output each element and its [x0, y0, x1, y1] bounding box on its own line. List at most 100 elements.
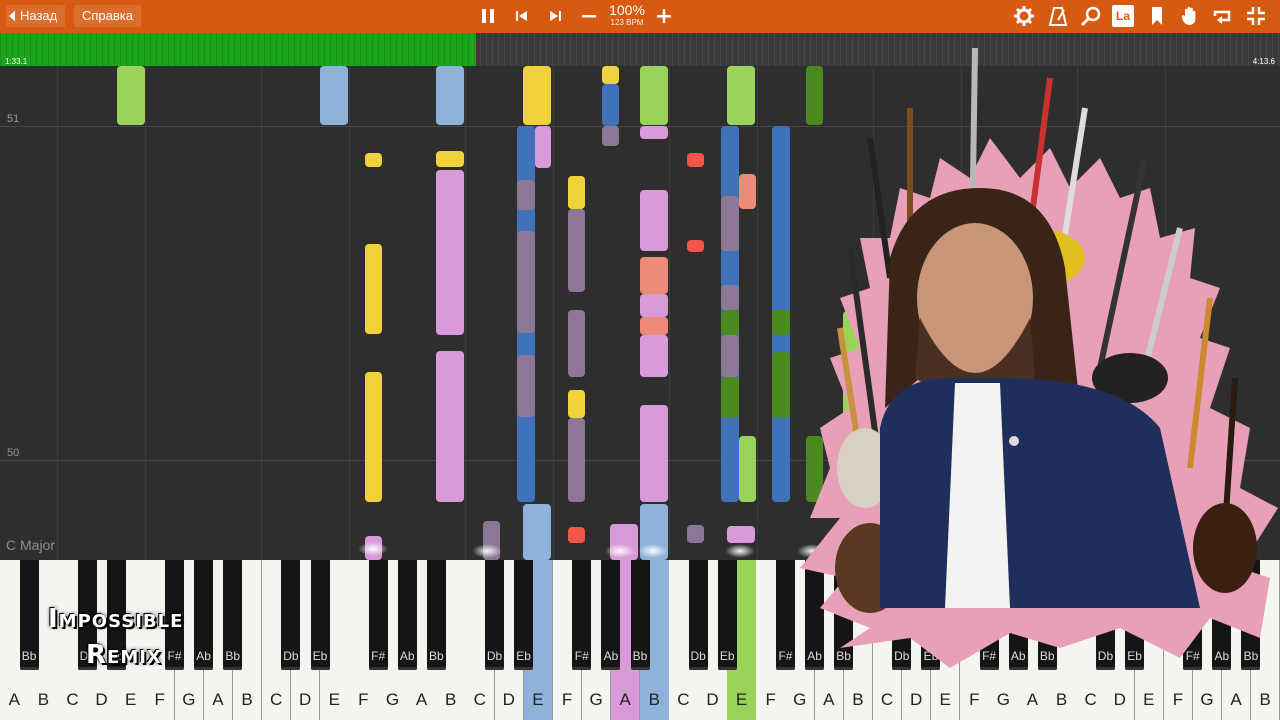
note-label-button[interactable]: La — [1112, 5, 1134, 27]
key-label: C — [269, 690, 283, 709]
key-label: C — [66, 690, 79, 709]
black-key[interactable]: Ab — [194, 560, 214, 670]
key-label: C — [1084, 690, 1097, 709]
key-label: A — [415, 690, 428, 709]
grid-line — [757, 66, 758, 560]
metronome-icon[interactable] — [1046, 4, 1070, 28]
key-label: G — [589, 690, 603, 709]
black-key[interactable]: Ab — [397, 560, 417, 670]
back-button[interactable]: Назад — [6, 5, 66, 27]
pin-badge — [1009, 436, 1019, 446]
key-label: Db — [283, 649, 299, 663]
key-label: B — [1259, 690, 1271, 709]
note — [727, 66, 755, 125]
loop-icon[interactable] — [1211, 4, 1235, 28]
key-label: D — [909, 690, 923, 709]
note — [687, 153, 704, 167]
key-label: G — [793, 690, 807, 709]
elapsed-time: 1:33.1 — [5, 57, 28, 66]
key-label: Bb — [429, 649, 444, 663]
key-label: G — [182, 690, 196, 709]
note — [320, 66, 348, 125]
note — [727, 526, 755, 543]
measure-number: 50 — [7, 447, 20, 459]
artist-photo-overlay — [800, 48, 1278, 668]
key-label: D — [95, 690, 108, 709]
key-label: B — [852, 690, 864, 709]
note — [640, 190, 668, 251]
key-label: F — [358, 690, 369, 709]
minus-icon[interactable] — [577, 4, 601, 28]
note — [517, 231, 535, 333]
bookmark-icon[interactable] — [1145, 4, 1169, 28]
key-label: Eb — [312, 649, 328, 663]
black-key[interactable]: Db — [281, 560, 301, 670]
note — [568, 418, 585, 502]
key-label: F — [561, 690, 573, 709]
note — [365, 153, 382, 167]
toolbar: Назад Справка 100% 123 BPM La — [0, 0, 1280, 33]
grid-line — [349, 66, 350, 560]
key-label: F — [1172, 690, 1184, 709]
note — [721, 335, 739, 377]
help-button[interactable]: Справка — [74, 5, 141, 27]
black-key[interactable]: Bb — [426, 560, 446, 670]
progress-fill — [0, 33, 477, 66]
key-label: Eb — [719, 649, 735, 663]
black-key[interactable]: Ab — [601, 560, 621, 670]
note — [772, 352, 790, 418]
video-title-line2: Remix — [86, 640, 162, 670]
next-icon[interactable] — [543, 4, 567, 28]
note — [535, 126, 551, 168]
speed-display: 100% 123 BPM — [604, 3, 650, 28]
black-key[interactable]: Db — [485, 560, 505, 670]
key-label: Bb — [21, 649, 37, 663]
key-label: Db — [690, 649, 706, 663]
black-key[interactable]: Bb — [223, 560, 243, 670]
search-icon[interactable] — [1079, 4, 1103, 28]
note — [568, 209, 585, 292]
video-title-line1: Impossible — [48, 604, 184, 634]
grid-line — [553, 66, 554, 560]
gear-icon[interactable] — [1012, 4, 1036, 28]
key-label: F — [154, 690, 165, 709]
key-label: G — [385, 690, 400, 709]
black-key[interactable]: Eb — [310, 560, 330, 670]
hand-icon[interactable] — [1178, 4, 1202, 28]
key-glow — [725, 544, 755, 558]
key-label: F# — [167, 649, 182, 663]
black-key[interactable]: Bb — [630, 560, 650, 670]
key-label: F — [765, 690, 776, 709]
black-key[interactable]: Db — [688, 560, 708, 670]
plus-icon[interactable] — [652, 4, 676, 28]
grid-line — [145, 66, 146, 560]
black-key[interactable]: Eb — [514, 560, 534, 670]
key-label: B — [648, 690, 660, 709]
key-label: F# — [778, 649, 793, 663]
key-label: C — [677, 690, 690, 709]
measure-number: 51 — [7, 113, 20, 125]
key-label: Bb — [225, 649, 241, 663]
key-label: G — [1200, 690, 1214, 709]
prev-icon[interactable] — [510, 4, 534, 28]
note — [436, 151, 464, 167]
pause-icon[interactable] — [476, 4, 500, 28]
black-key[interactable]: F# — [775, 560, 795, 670]
note — [640, 294, 668, 317]
fullscreen-exit-icon[interactable] — [1244, 4, 1268, 28]
key-label: G — [996, 690, 1010, 709]
black-key[interactable]: F# — [368, 560, 388, 670]
key-label: C — [880, 690, 894, 709]
key-label: D — [502, 690, 515, 709]
key-glow — [472, 544, 502, 558]
note — [117, 66, 145, 125]
key-label: F# — [371, 649, 386, 663]
note — [640, 257, 668, 294]
black-key[interactable]: F# — [572, 560, 592, 670]
note — [640, 405, 668, 502]
black-key[interactable]: Bb — [19, 560, 39, 670]
note — [640, 335, 668, 377]
note — [772, 310, 790, 335]
key-label: A — [212, 690, 224, 709]
black-key[interactable]: Eb — [717, 560, 737, 670]
